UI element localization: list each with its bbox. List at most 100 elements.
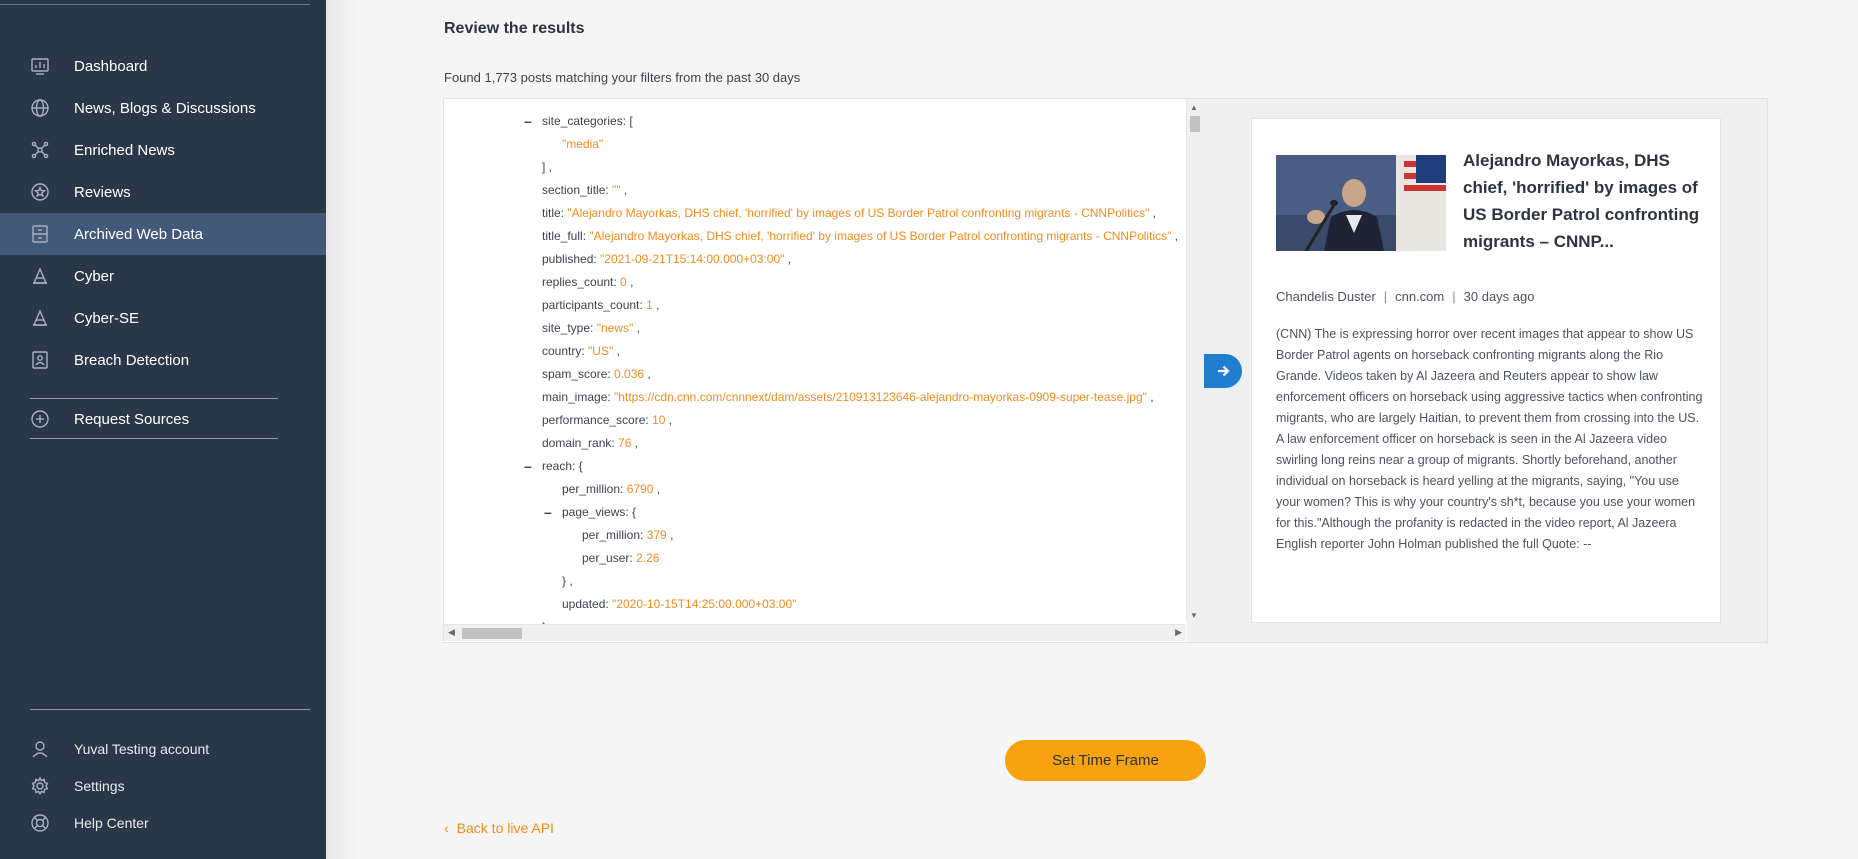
json-key: reach: { <box>542 459 583 473</box>
json-line: page_views: { <box>562 504 636 520</box>
arrow-right-icon <box>1218 365 1230 377</box>
json-punctuation: , <box>652 298 660 312</box>
account-item[interactable]: Yuval Testing account <box>0 730 326 767</box>
help-center-item[interactable]: Help Center <box>0 804 326 841</box>
help-center-label: Help Center <box>74 814 149 831</box>
json-line: title: "Alejandro Mayorkas, DHS chief, '… <box>542 205 1156 221</box>
globe-icon <box>28 96 52 120</box>
sidebar-item-label: News, Blogs & Discussions <box>74 99 256 117</box>
breach-icon <box>28 348 52 372</box>
json-value: "2020-10-15T14:25:00.000+03:00" <box>612 597 797 611</box>
json-punctuation: , <box>620 183 628 197</box>
json-line: per_million: 379 , <box>582 527 673 543</box>
json-line: country: "US" , <box>542 343 620 359</box>
json-vertical-scrollbar[interactable]: ▲ ▼ <box>1186 99 1202 622</box>
sidebar-item-enriched-news[interactable]: Enriched News <box>0 129 326 171</box>
sidebar-item-cyber-se[interactable]: Cyber-SE <box>0 297 326 339</box>
request-sources-label: Request Sources <box>74 410 190 428</box>
json-line: published: "2021-09-21T15:14:00.000+03:0… <box>542 251 791 267</box>
sidebar: Dashboard News, Blogs & Discussions Enri… <box>0 0 326 859</box>
meta-separator: | <box>1383 289 1388 304</box>
post-card[interactable]: Alejandro Mayorkas, DHS chief, 'horrifie… <box>1251 118 1721 623</box>
json-line: per_user: 2.26 <box>582 550 659 566</box>
post-age: 30 days ago <box>1463 289 1535 304</box>
json-line: domain_rank: 76 , <box>542 435 638 451</box>
json-value: "US" <box>588 344 614 358</box>
meta-separator: | <box>1452 289 1456 304</box>
json-value: "" <box>612 183 621 197</box>
scrollbar-thumb[interactable] <box>462 628 522 639</box>
scroll-left-icon[interactable]: ◀ <box>448 627 455 638</box>
json-value: 0.036 <box>614 367 645 381</box>
json-value: 0 <box>620 275 627 289</box>
post-meta: Chandelis Duster | cnn.com | 30 days ago <box>1276 289 1534 304</box>
sidebar-divider <box>30 709 310 710</box>
post-author: Chandelis Duster <box>1276 289 1376 304</box>
sidebar-divider <box>30 438 278 439</box>
page-title: Review the results <box>444 20 585 37</box>
sidebar-bottom-nav: Yuval Testing account Settings Help Cent… <box>0 730 326 841</box>
json-line: reach: { <box>542 458 583 474</box>
json-line: performance_score: 10 , <box>542 412 672 428</box>
back-label: Back to live API <box>456 820 554 836</box>
json-line: per_million: 6790 , <box>562 481 660 497</box>
sidebar-item-archived-web-data[interactable]: Archived Web Data <box>0 213 326 255</box>
results-count: Found 1,773 posts matching your filters … <box>444 70 801 85</box>
sidebar-item-news-blogs-discussions[interactable]: News, Blogs & Discussions <box>0 87 326 129</box>
json-punctuation: , <box>613 344 620 358</box>
json-punctuation: , <box>1149 206 1157 220</box>
archive-icon <box>28 222 52 246</box>
collapse-toggle[interactable]: – <box>544 505 552 519</box>
collapse-toggle[interactable]: – <box>524 459 532 473</box>
json-key: title_full: <box>542 229 590 243</box>
scroll-down-icon[interactable]: ▼ <box>1190 611 1198 620</box>
cyber-se-icon <box>28 306 52 330</box>
sidebar-item-cyber[interactable]: Cyber <box>0 255 326 297</box>
json-key: title: <box>542 206 568 220</box>
open-post-button[interactable] <box>1204 354 1242 388</box>
star-badge-icon <box>28 180 52 204</box>
back-to-live-api-link[interactable]: ‹ Back to live API <box>444 820 554 836</box>
request-sources-button[interactable]: Request Sources <box>0 398 326 440</box>
sidebar-item-label: Cyber-SE <box>74 309 140 327</box>
json-line: "media" <box>562 136 603 152</box>
json-punctuation: , <box>666 528 674 542</box>
dashboard-icon <box>28 54 52 78</box>
sidebar-item-reviews[interactable]: Reviews <box>0 171 326 213</box>
post-title[interactable]: Alejandro Mayorkas, DHS chief, 'horrifie… <box>1463 147 1703 255</box>
json-key: ] , <box>542 160 553 174</box>
post-thumbnail <box>1276 155 1446 251</box>
json-value: 2.26 <box>636 551 660 565</box>
json-key: domain_rank: <box>542 436 619 450</box>
account-label: Yuval Testing account <box>74 740 210 757</box>
post-excerpt: (CNN) The is expressing horror over rece… <box>1276 327 1703 551</box>
chevron-left-icon: ‹ <box>444 820 449 836</box>
json-preview[interactable]: site_section: "NULL" ,site_categories: [… <box>444 99 1187 642</box>
sidebar-item-label: Cyber <box>74 267 115 285</box>
scrollbar-thumb[interactable] <box>1190 116 1200 132</box>
json-key: site_type: <box>542 321 597 335</box>
sidebar-item-dashboard[interactable]: Dashboard <box>0 45 326 87</box>
json-horizontal-scrollbar[interactable]: ◀ ▶ <box>444 624 1186 641</box>
json-key: replies_count: <box>542 275 621 289</box>
sidebar-item-label: Enriched News <box>74 141 175 159</box>
json-punctuation: , <box>644 367 651 381</box>
scroll-up-icon[interactable]: ▲ <box>1190 103 1198 112</box>
collapse-toggle[interactable]: – <box>524 114 532 128</box>
scroll-right-icon[interactable]: ▶ <box>1175 627 1182 638</box>
json-key: site_categories: [ <box>542 114 633 128</box>
lifebuoy-icon <box>28 811 52 835</box>
set-time-frame-button[interactable]: Set Time Frame <box>1005 740 1206 781</box>
sidebar-divider <box>0 4 310 5</box>
json-value: 10 <box>652 413 666 427</box>
sidebar-item-breach-detection[interactable]: Breach Detection <box>0 339 326 381</box>
json-key: participants_count: <box>542 298 647 312</box>
json-key: updated: <box>562 597 613 611</box>
json-key: } , <box>562 574 573 588</box>
request-sources-section: Request Sources <box>0 398 326 440</box>
json-line: updated: "2020-10-15T14:25:00.000+03:00" <box>562 596 796 612</box>
settings-item[interactable]: Settings <box>0 767 326 804</box>
json-punctuation: , <box>1146 390 1154 404</box>
json-value: 6790 <box>626 482 654 496</box>
json-value: "Alejandro Mayorkas, DHS chief, 'horrifi… <box>589 229 1172 243</box>
